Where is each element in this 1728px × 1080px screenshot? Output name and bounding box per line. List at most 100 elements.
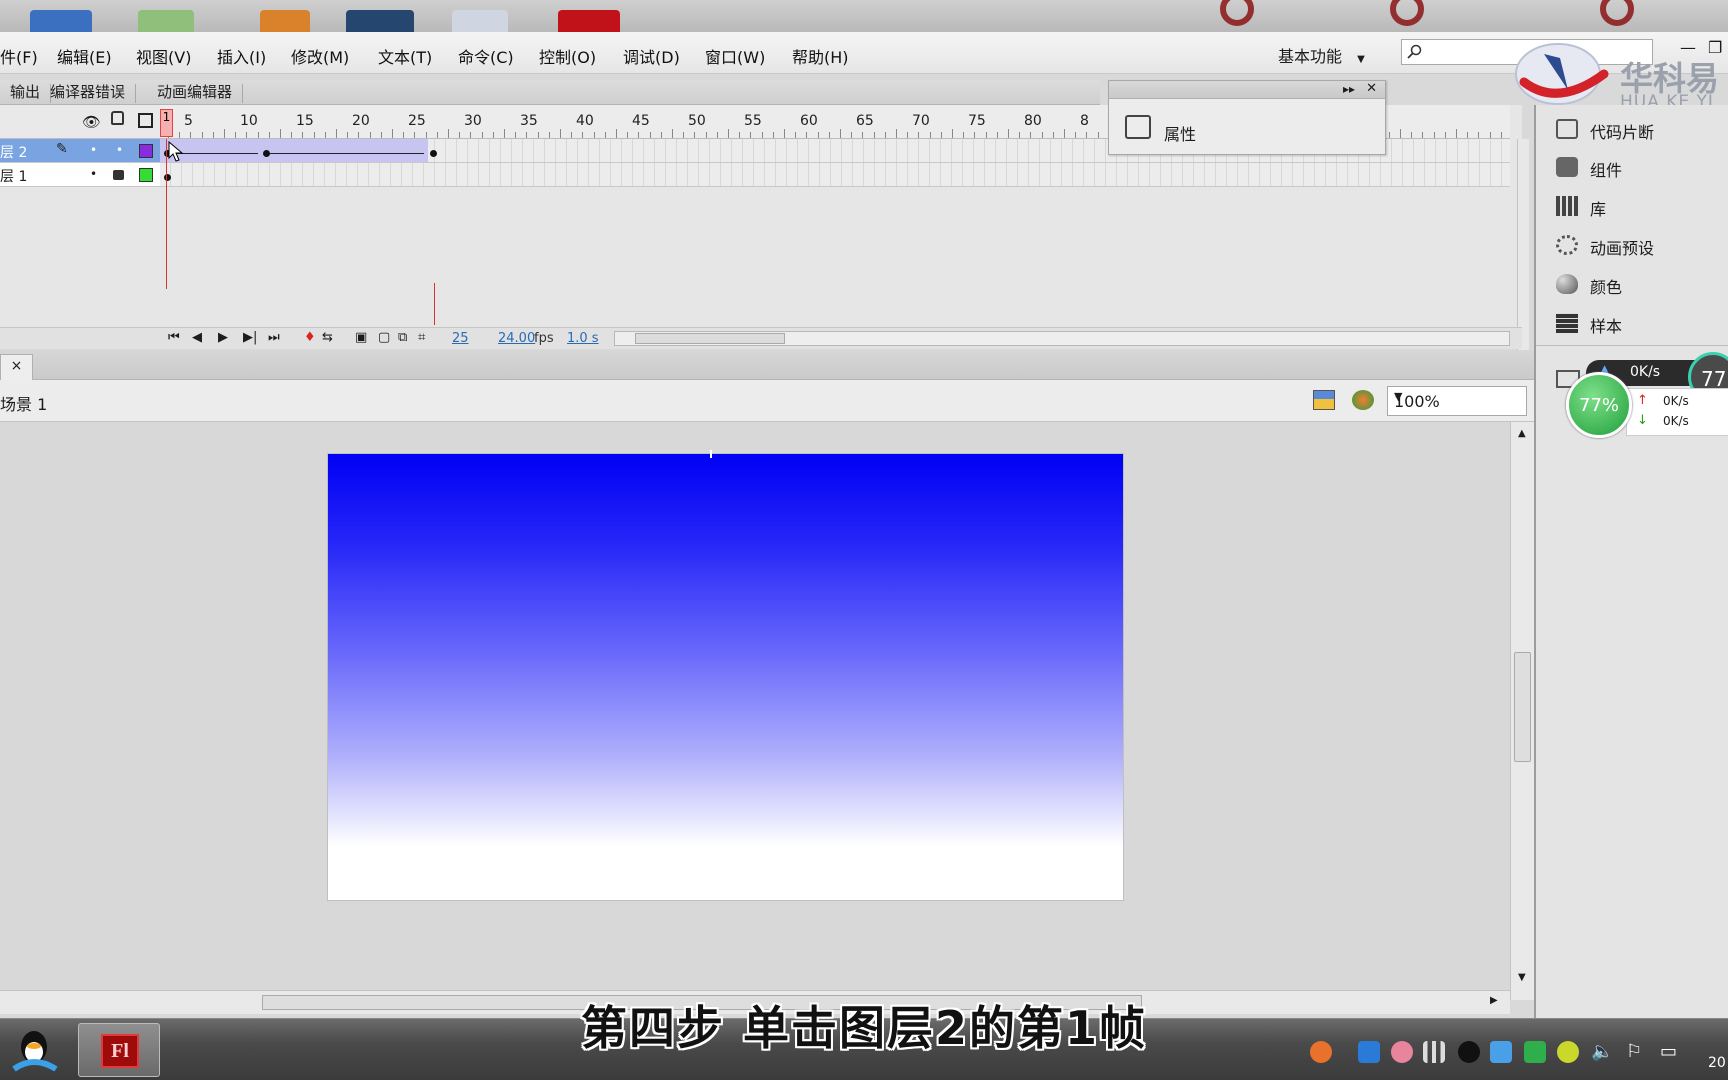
desktop-icon[interactable] bbox=[346, 10, 414, 32]
panel-item-color[interactable]: 颜色 bbox=[1590, 274, 1622, 298]
center-frame-icon[interactable]: ♦ bbox=[304, 330, 316, 345]
ruler-tick bbox=[470, 132, 472, 138]
ruler-tick bbox=[1097, 132, 1099, 138]
ruler-tick bbox=[985, 132, 987, 138]
next-frame-icon[interactable]: ▶| bbox=[243, 330, 257, 345]
expand-icon[interactable]: ▸▸ bbox=[1343, 82, 1355, 96]
network-speed-widget[interactable]: ▲ 0K/s 77 ↑ 0K/s ↓ 0K/s 77% bbox=[1566, 352, 1728, 440]
edit-scene-icon[interactable] bbox=[1313, 390, 1335, 410]
visibility-dot[interactable]: • bbox=[90, 143, 97, 157]
desktop-icon[interactable] bbox=[30, 10, 92, 32]
ruler-tick bbox=[1422, 132, 1424, 138]
properties-panel-header[interactable]: ▸▸ ✕ bbox=[1109, 81, 1385, 99]
workspace-switcher[interactable]: 基本功能 ▼ bbox=[1278, 43, 1365, 67]
layer-row-1[interactable]: 层 1 • bbox=[0, 163, 160, 187]
last-frame-icon[interactable]: ⏭ bbox=[268, 330, 280, 345]
layer-row-2[interactable]: 层 2 ✎ • • bbox=[0, 139, 160, 163]
menu-commands[interactable]: 命令(C) bbox=[458, 44, 514, 68]
ruler-tick bbox=[1041, 132, 1043, 138]
memory-usage-ball[interactable]: 77% bbox=[1566, 372, 1632, 438]
scroll-thumb[interactable] bbox=[1514, 652, 1531, 762]
edit-multiple-icon[interactable]: ⧉ bbox=[398, 330, 407, 345]
speed-details: ↑ 0K/s ↓ 0K/s bbox=[1626, 388, 1728, 436]
ruler-tick bbox=[324, 132, 326, 138]
tween-span[interactable] bbox=[160, 139, 428, 162]
stage-vertical-scrollbar[interactable]: ▲ ▼ bbox=[1510, 422, 1534, 1000]
first-frame-icon[interactable]: ⏮ bbox=[168, 330, 180, 345]
prev-frame-icon[interactable]: ◀ bbox=[192, 330, 202, 345]
layer-color-swatch[interactable] bbox=[139, 144, 153, 158]
lock-icon[interactable] bbox=[111, 111, 124, 125]
onion-skin-icon[interactable]: ▣ bbox=[355, 330, 367, 345]
menu-file[interactable]: 件(F) bbox=[0, 44, 38, 68]
scroll-down-icon[interactable]: ▼ bbox=[1518, 972, 1526, 983]
registration-mark bbox=[710, 450, 712, 458]
stage-canvas[interactable] bbox=[328, 450, 1123, 900]
document-tab[interactable]: × bbox=[0, 354, 33, 380]
timeline-horizontal-scrollbar[interactable] bbox=[614, 331, 1510, 346]
stage-area[interactable] bbox=[0, 422, 1512, 1000]
desktop-icon[interactable] bbox=[260, 10, 310, 32]
scene-breadcrumb[interactable]: 场景 1 bbox=[0, 391, 47, 415]
lock-icon[interactable] bbox=[113, 170, 124, 180]
menu-help[interactable]: 帮助(H) bbox=[792, 44, 849, 68]
decor-flower-icon bbox=[1220, 0, 1254, 26]
download-speed: 0K/s bbox=[1663, 414, 1689, 428]
tab-motion-editor[interactable]: 动画编辑器 bbox=[147, 84, 244, 103]
current-frame[interactable]: 25 bbox=[452, 331, 469, 346]
play-icon[interactable]: ▶ bbox=[218, 330, 228, 345]
lock-dot[interactable]: • bbox=[116, 143, 123, 157]
keyframe[interactable] bbox=[263, 150, 270, 157]
ruler-tick bbox=[257, 132, 259, 138]
playhead[interactable]: 1 bbox=[160, 109, 173, 137]
ruler-tick bbox=[660, 132, 662, 138]
elapsed-time[interactable]: 1.0 s bbox=[567, 331, 599, 346]
desktop-icon[interactable] bbox=[138, 10, 194, 32]
desktop-icon[interactable] bbox=[452, 10, 508, 32]
loop-icon[interactable]: ⇆ bbox=[322, 330, 333, 345]
outline-icon[interactable] bbox=[138, 113, 153, 128]
desktop-icon[interactable] bbox=[558, 10, 620, 32]
menu-modify[interactable]: 修改(M) bbox=[291, 44, 349, 68]
ruler-number: 50 bbox=[688, 113, 706, 129]
close-icon[interactable]: ✕ bbox=[1366, 81, 1377, 96]
ruler-tick bbox=[504, 129, 505, 138]
tab-compiler-errors[interactable]: 编译器错误 bbox=[40, 84, 137, 103]
menu-debug[interactable]: 调试(D) bbox=[623, 44, 680, 68]
properties-label[interactable]: 属性 bbox=[1164, 121, 1196, 145]
ruler-tick bbox=[616, 129, 617, 138]
panel-item-motion-presets[interactable]: 动画预设 bbox=[1590, 235, 1654, 259]
ruler-number: 25 bbox=[408, 113, 426, 129]
onion-markers-icon[interactable]: ⌗ bbox=[418, 330, 425, 345]
eye-icon[interactable]: 👁 bbox=[82, 113, 101, 131]
onion-outline-icon[interactable]: ▢ bbox=[378, 330, 390, 345]
edit-symbol-icon[interactable] bbox=[1352, 390, 1374, 410]
menu-window[interactable]: 窗口(W) bbox=[705, 44, 765, 68]
menu-text[interactable]: 文本(T) bbox=[378, 44, 432, 68]
ruler-tick bbox=[1052, 132, 1054, 138]
menu-control[interactable]: 控制(O) bbox=[539, 44, 596, 68]
zoom-select[interactable]: 100% ▼ bbox=[1387, 386, 1527, 416]
frame-rate[interactable]: 24.00 bbox=[498, 331, 535, 346]
scroll-up-icon[interactable]: ▲ bbox=[1518, 428, 1526, 439]
layer-color-swatch[interactable] bbox=[139, 168, 153, 182]
visibility-dot[interactable]: • bbox=[90, 167, 97, 181]
ruler-tick bbox=[1388, 132, 1390, 138]
frame-row-1[interactable] bbox=[160, 163, 1510, 187]
ruler-tick bbox=[1400, 129, 1401, 138]
ruler-tick bbox=[840, 129, 841, 138]
properties-panel: ▸▸ ✕ 属性 bbox=[1108, 80, 1386, 155]
close-icon[interactable]: × bbox=[11, 358, 23, 374]
desktop-strip bbox=[0, 0, 1728, 32]
panel-item-code-snippets[interactable]: 代码片断 bbox=[1590, 119, 1654, 143]
panel-item-components[interactable]: 组件 bbox=[1590, 157, 1622, 181]
panel-item-library[interactable]: 库 bbox=[1590, 196, 1606, 220]
menu-view[interactable]: 视图(V) bbox=[136, 44, 191, 68]
ruler-number: 8 bbox=[1080, 113, 1089, 129]
tutorial-subtitle: 第四步 单击图层2的第1帧 bbox=[580, 1001, 1148, 1055]
menu-insert[interactable]: 插入(I) bbox=[217, 44, 266, 68]
scroll-thumb[interactable] bbox=[635, 333, 785, 344]
menu-edit[interactable]: 编辑(E) bbox=[57, 44, 112, 68]
panel-item-swatches[interactable]: 样本 bbox=[1590, 313, 1622, 337]
keyframe[interactable] bbox=[430, 150, 437, 157]
